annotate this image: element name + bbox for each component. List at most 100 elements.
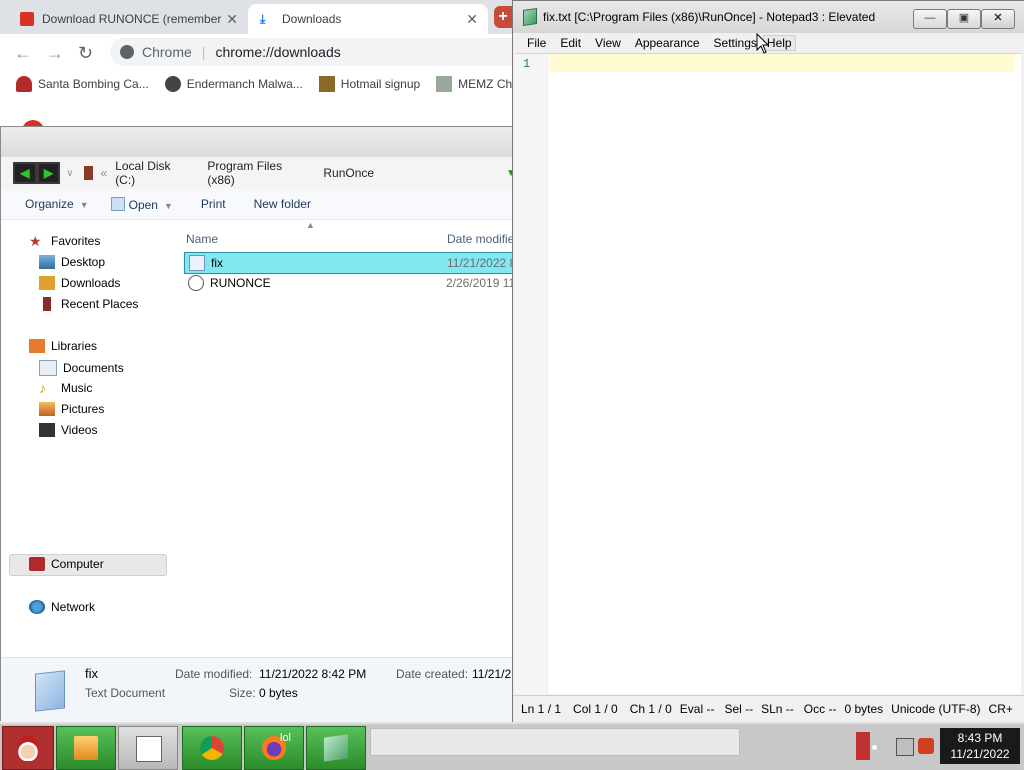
taskbar-notepad-button[interactable] <box>306 726 366 770</box>
address-bar[interactable]: Chrome | chrome://downloads <box>110 38 530 66</box>
nav-computer[interactable]: Computer <box>29 557 104 571</box>
site-info-icon[interactable] <box>120 45 134 59</box>
details-date-created-label: Date created: <box>396 667 469 681</box>
file-row-fix[interactable]: fix 11/21/2022 8 <box>184 252 526 274</box>
open-button[interactable]: Open ▼ <box>110 196 173 212</box>
nav-music[interactable]: ♪ Music <box>39 381 92 395</box>
navigation-pane: ★ Favorites Desktop Downloads Recent Plac… <box>1 220 176 650</box>
notepad-titlebar: fix.txt [C:\Program Files (x86)\RunOnce]… <box>513 1 1024 33</box>
organize-button[interactable]: Organize ▼ <box>25 197 89 211</box>
close-tab-icon[interactable]: ✕ <box>466 11 478 28</box>
bookmark-hotmail[interactable]: Hotmail signup <box>318 76 420 92</box>
explorer-command-bar: Organize ▼ Open ▼ Print New folder <box>1 189 516 220</box>
recent-pages-icon[interactable]: ∨ <box>66 168 73 179</box>
notepad-title: fix.txt [C:\Program Files (x86)\RunOnce]… <box>543 10 876 24</box>
volume-tray-icon[interactable] <box>918 738 934 754</box>
explorer-folder-icon <box>74 736 98 760</box>
file-row-runonce[interactable]: RUNONCE 2/26/2019 11 <box>184 273 524 293</box>
reload-icon[interactable]: ↻ <box>78 43 93 64</box>
new-folder-button[interactable]: New folder <box>254 197 311 211</box>
status-eval: Eval -- <box>679 702 715 716</box>
tray-dot <box>872 745 877 750</box>
desktop-icon <box>39 255 55 269</box>
nav-recent-places[interactable]: Recent Places <box>39 297 138 311</box>
line-number: 1 <box>523 57 531 71</box>
details-file-type: Text Document <box>85 686 166 700</box>
nav-pictures[interactable]: Pictures <box>39 402 104 416</box>
close-tab-icon[interactable]: ✕ <box>226 11 238 28</box>
taskbar-explorer-button[interactable] <box>56 726 116 770</box>
new-tab-button[interactable]: + <box>494 6 512 28</box>
taskbar-chrome-button[interactable] <box>182 726 242 770</box>
details-date-modified-label: Date modified: <box>175 667 253 681</box>
explorer-window: ◀ ▶ ∨ « Local Disk (C:) Program Files (x… <box>0 126 526 722</box>
menu-file[interactable]: File <box>527 36 546 50</box>
minimize-button[interactable]: — <box>913 9 947 29</box>
status-selection: Sel -- <box>724 702 754 716</box>
santa-start-icon <box>17 735 39 761</box>
menu-view[interactable]: View <box>595 36 621 50</box>
nav-network[interactable]: Network <box>29 600 95 614</box>
tab-download-runonce[interactable]: Download RUNONCE (remember ✕ <box>8 4 248 34</box>
network-icon <box>29 600 45 614</box>
memz-icon <box>436 76 453 92</box>
nav-downloads[interactable]: Downloads <box>39 276 120 290</box>
bookmark-memz[interactable]: MEMZ Ch <box>436 76 512 92</box>
start-button[interactable] <box>2 726 54 770</box>
breadcrumb-overflow-icon[interactable]: « <box>101 166 108 180</box>
details-file-name: fix <box>85 666 98 681</box>
bookmark-endermanch[interactable]: Endermanch Malwa... <box>164 76 303 92</box>
status-bar: Ln 1 / 1 Col 1 / 0 Ch 1 / 0 Eval -- Sel … <box>513 695 1024 722</box>
tab-title: Download RUNONCE (remember <box>42 12 222 26</box>
santa-icon <box>16 76 32 92</box>
file-date: 11/21/2022 8 <box>447 256 517 270</box>
status-line-ending[interactable]: CR+ <box>989 702 1013 716</box>
tab-downloads[interactable]: ⤓ Downloads ✕ <box>248 4 488 34</box>
network-tray-icon[interactable] <box>896 738 914 756</box>
details-size-label: Size: <box>229 686 256 700</box>
download-icon: ⤓ <box>260 12 266 26</box>
taskbar-blank-area <box>370 728 740 756</box>
breadcrumb-runonce[interactable]: RunOnce <box>323 166 374 180</box>
explorer-back-button[interactable]: ◀ <box>13 162 37 184</box>
column-header-date[interactable]: Date modifie <box>447 232 514 246</box>
forward-icon[interactable]: → <box>46 43 64 64</box>
current-line-highlight <box>549 54 1015 72</box>
bookmark-santa[interactable]: Santa Bombing Ca... <box>16 76 149 92</box>
details-size: 0 bytes <box>259 686 298 700</box>
nav-documents[interactable]: Documents <box>39 360 124 376</box>
nav-libraries[interactable]: Libraries <box>29 339 97 353</box>
print-button[interactable]: Print <box>201 197 226 211</box>
column-header-name[interactable]: Name <box>186 232 218 246</box>
explorer-titlebar <box>1 127 516 157</box>
nav-desktop[interactable]: Desktop <box>39 255 105 269</box>
back-icon[interactable]: ← <box>14 43 32 64</box>
text-editor[interactable]: 1 <box>515 53 1021 694</box>
downloads-folder-icon <box>39 276 55 290</box>
libraries-icon <box>29 339 45 353</box>
menu-edit[interactable]: Edit <box>560 36 581 50</box>
clock-time: 8:43 PM <box>957 731 1003 745</box>
tray-red-marker <box>856 732 870 760</box>
taskbar-firefox-button[interactable] <box>244 726 304 770</box>
media-player-icon <box>136 736 162 762</box>
close-button[interactable]: ✕ <box>981 9 1015 29</box>
menu-appearance[interactable]: Appearance <box>635 36 700 50</box>
omnibox-separator: | <box>201 44 206 60</box>
maximize-button[interactable]: ▣ <box>947 9 981 29</box>
nav-favorites[interactable]: ★ Favorites <box>29 234 100 248</box>
breadcrumb-program-files[interactable]: Program Files (x86) <box>207 159 301 187</box>
details-date-created: 11/21/2 <box>472 667 512 681</box>
text-file-icon <box>189 255 205 271</box>
breadcrumb-local-disk[interactable]: Local Disk (C:) <box>115 159 185 187</box>
music-icon: ♪ <box>39 380 46 396</box>
star-icon: ★ <box>29 233 42 249</box>
notepad-small-icon <box>110 196 125 211</box>
status-encoding[interactable]: Unicode (UTF-8) <box>891 702 980 716</box>
menu-settings[interactable]: Settings <box>714 36 757 50</box>
nav-videos[interactable]: Videos <box>39 423 97 437</box>
taskbar-media-button[interactable] <box>118 726 178 770</box>
explorer-forward-button[interactable]: ▶ <box>36 162 61 184</box>
pictures-icon <box>39 402 55 416</box>
clock[interactable]: 8:43 PM 11/21/2022 <box>940 728 1020 764</box>
